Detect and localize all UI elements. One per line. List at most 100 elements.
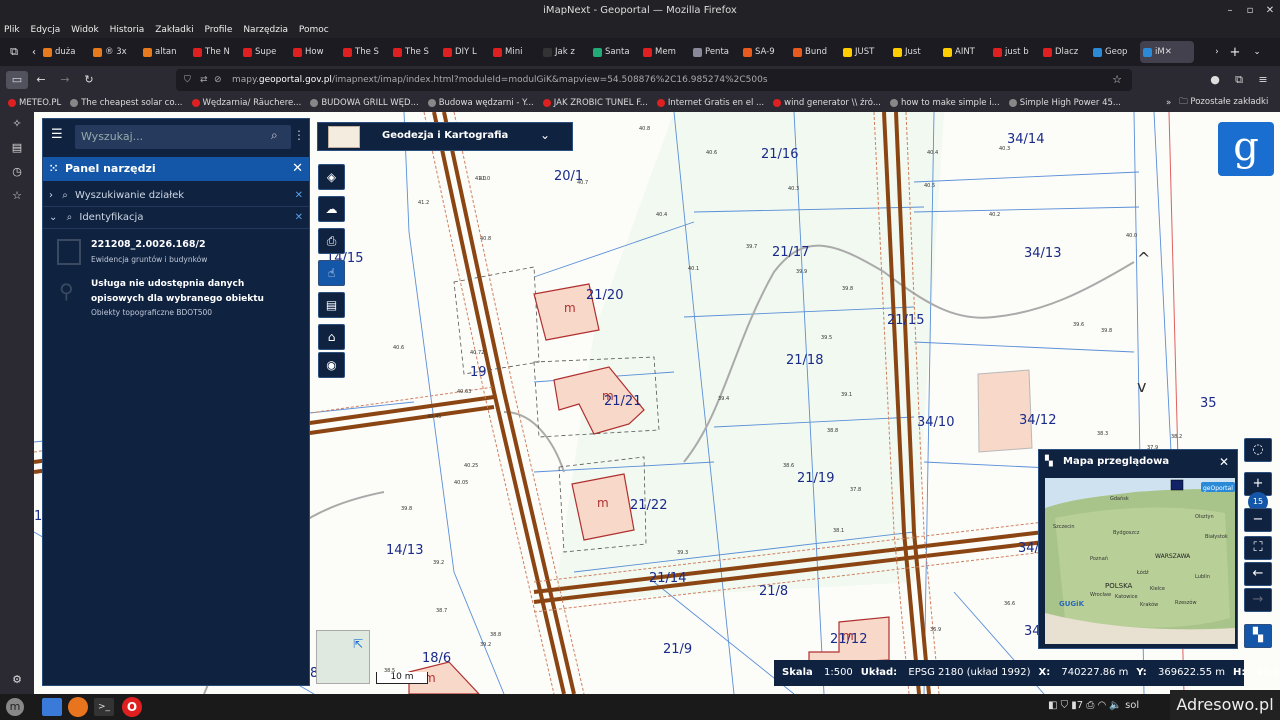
cloud-button[interactable]: ☁ [318, 196, 345, 222]
tab-list-icon[interactable]: ⌄ [1246, 47, 1268, 57]
hamburger-menu-icon[interactable]: ☰ [51, 127, 63, 142]
sidebar-settings-icon[interactable]: ⚙ [0, 668, 34, 692]
tab-21[interactable]: Geop [1090, 41, 1140, 63]
search-icon[interactable]: ⌕ [271, 128, 278, 143]
result1-title[interactable]: 221208_2.0026.168/2 [91, 239, 206, 250]
menu-edit[interactable]: Edycja [31, 25, 61, 35]
bookmark-item[interactable]: Internet Gratis en el ... [656, 98, 764, 108]
system-tray-icons[interactable]: ◧ ⛉ ▮7 ⎙ ◠ 🔈 sol [1048, 700, 1139, 711]
tab-6[interactable]: The S [340, 41, 390, 63]
fullscreen-button[interactable]: ⛶ [1244, 536, 1272, 560]
scale-value[interactable]: 1:500 [824, 667, 853, 678]
geoportal-logo[interactable]: g [1218, 122, 1274, 176]
home-button[interactable]: ⌂ [318, 324, 345, 350]
synced-tabs-icon[interactable]: ▤ [0, 136, 34, 160]
tab-9[interactable]: Mini [490, 41, 540, 63]
account-icon[interactable]: ● [1206, 71, 1224, 89]
terminal-icon[interactable]: >_ [94, 698, 114, 716]
menu-history[interactable]: Historia [110, 25, 145, 35]
tab-22[interactable]: iM ✕ [1140, 41, 1194, 63]
history-icon[interactable]: ◷ [0, 160, 34, 184]
tab-15[interactable]: Bund [790, 41, 840, 63]
tab-7[interactable]: The S [390, 41, 440, 63]
other-bookmarks[interactable]: 🗀 Pozostałe zakładki [1179, 96, 1268, 110]
print-button[interactable]: ⎙ [318, 228, 345, 254]
firefox-icon[interactable] [68, 697, 88, 717]
shield-icon[interactable]: ⛉ [184, 69, 191, 91]
extensions-icon[interactable]: ⧉ [1230, 71, 1248, 89]
bookmarks-overflow-icon[interactable]: » [1166, 98, 1171, 108]
sidebar-toggle-icon[interactable]: ▭ [6, 71, 28, 89]
search-input[interactable]: Wyszukaj... [75, 125, 291, 149]
maximize-icon[interactable]: ▫ [1242, 0, 1258, 22]
menu-bookmarks[interactable]: Zakładki [155, 25, 193, 35]
close-tab-icon[interactable]: ✕ [1165, 47, 1172, 57]
tab-20[interactable]: Dlacz [1040, 41, 1090, 63]
more-options-icon[interactable]: ⋮ [293, 128, 305, 142]
menu-help[interactable]: Pomoc [299, 25, 329, 35]
clipboard-button[interactable]: ▤ [318, 292, 345, 318]
menu-tools[interactable]: Narzędzia [243, 25, 288, 35]
bookmark-item[interactable]: Wędzarnia/ Räuchere... [191, 98, 301, 108]
tab-3[interactable]: The N [190, 41, 240, 63]
zoom-out-button[interactable]: − [1244, 508, 1272, 532]
bookmark-item[interactable]: Budowa wędzarni - Y... [427, 98, 534, 108]
minimize-icon[interactable]: – [1222, 0, 1238, 22]
bookmark-star-icon[interactable]: ☆ [1112, 69, 1122, 91]
close-panel-icon[interactable]: ✕ [292, 157, 303, 181]
tab-16[interactable]: JUST [840, 41, 890, 63]
os-menu-icon[interactable]: m [6, 698, 24, 716]
ai-icon[interactable]: ✧ [0, 112, 34, 136]
bookmark-item[interactable]: BUDOWA GRILL WĘD... [310, 98, 419, 108]
opera-icon[interactable]: O [122, 697, 142, 717]
close-window-icon[interactable]: ✕ [1262, 0, 1278, 22]
locate-button[interactable]: ◌ [1244, 438, 1272, 462]
bookmark-item[interactable]: how to make simple i... [889, 98, 1000, 108]
previous-view-button[interactable]: ← [1244, 562, 1272, 586]
section-identification[interactable]: ⌄ ⌕ Identyfikacja ✕ [43, 207, 309, 229]
tab-4[interactable]: Supe [240, 41, 290, 63]
section-parcel-search[interactable]: › ⌕ Wyszukiwanie działek ✕ [43, 185, 309, 207]
reload-icon[interactable]: ↻ [80, 71, 98, 89]
tab-scroll-left-icon[interactable]: ‹ [28, 47, 40, 58]
close-overview-icon[interactable]: ✕ [1219, 450, 1229, 474]
tab-10[interactable]: Jak z [540, 41, 590, 63]
camera-button[interactable]: ◉ [318, 352, 345, 378]
bookmarks-icon[interactable]: ☆ [0, 184, 34, 208]
next-view-button[interactable]: → [1244, 588, 1272, 612]
forward-icon[interactable]: → [56, 71, 74, 89]
bookmark-item[interactable]: wind generator \\ źró... [773, 98, 881, 108]
tab-18[interactable]: AINT [940, 41, 990, 63]
bookmark-item[interactable]: The cheapest solar co... [70, 98, 183, 108]
tab-12[interactable]: Mem [640, 41, 690, 63]
crs-value[interactable]: EPSG 2180 (układ 1992) [908, 667, 1030, 678]
menu-file[interactable]: Plik [4, 25, 20, 35]
tab-17[interactable]: Just [890, 41, 940, 63]
layers-button[interactable]: ◈ [318, 164, 345, 190]
new-tab-icon[interactable]: + [1224, 45, 1246, 60]
tab-13[interactable]: Penta [690, 41, 740, 63]
tab-scroll-right-icon[interactable]: › [1210, 47, 1224, 57]
tab-overview-icon[interactable]: ⧉ [0, 45, 28, 59]
bookmark-item[interactable]: METEO.PL [8, 98, 61, 108]
tab-11[interactable]: Santa [590, 41, 640, 63]
tab-1[interactable]: ® 3x [90, 41, 140, 63]
module-selector[interactable]: Geodezja i Kartografia ⌄ [317, 122, 573, 151]
back-icon[interactable]: ← [32, 71, 50, 89]
app-menu-icon[interactable]: ≡ [1254, 71, 1272, 89]
permissions-icon[interactable]: ⇄ [200, 69, 208, 91]
tab-0[interactable]: duża [40, 41, 90, 63]
tab-5[interactable]: How [290, 41, 340, 63]
tab-8[interactable]: DIY L [440, 41, 490, 63]
identify-button[interactable]: ☝ [318, 260, 345, 286]
basemap-switcher[interactable]: ⇱ [316, 630, 370, 684]
tab-19[interactable]: just b [990, 41, 1040, 63]
tab-14[interactable]: SA-9 [740, 41, 790, 63]
files-icon[interactable] [42, 698, 62, 716]
overview-map[interactable]: geOportal Bydgoszcz Olsztyn Gdańsk WARSZ… [1045, 478, 1235, 644]
overview-map-toggle-button[interactable]: ▚ [1244, 624, 1272, 648]
tab-2[interactable]: altan [140, 41, 190, 63]
url-bar[interactable]: ⛉ ⇄ ⊘ mapy.geoportal.gov.pl/imapnext/ima… [176, 69, 1132, 91]
close-section-icon[interactable]: ✕ [295, 207, 303, 229]
lock-icon[interactable]: ⊘ [214, 69, 222, 91]
